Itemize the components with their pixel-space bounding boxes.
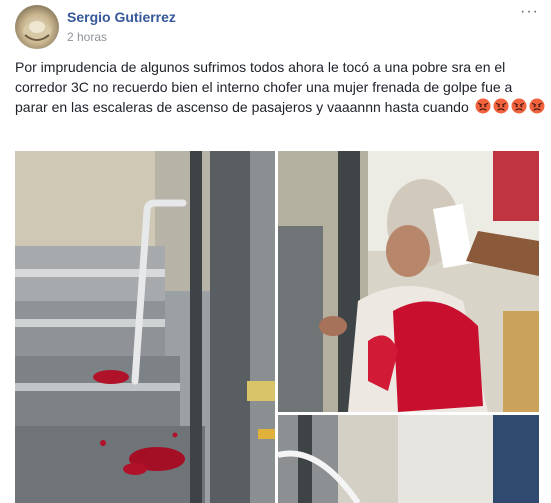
angry-face-icon	[511, 98, 527, 114]
angry-face-icon	[493, 98, 509, 114]
author-name[interactable]: Sergio Gutierrez	[67, 8, 176, 26]
angry-face-icon	[529, 98, 545, 114]
photo-bus-steps[interactable]	[15, 151, 275, 503]
post-body: Por imprudencia de algunos sufrimos todo…	[15, 59, 513, 115]
post-text: Por imprudencia de algunos sufrimos todo…	[15, 57, 545, 117]
photo-injured-woman[interactable]	[278, 151, 539, 412]
more-options-icon[interactable]: ···	[520, 4, 539, 20]
photo-bus-interior[interactable]	[278, 415, 539, 503]
angry-face-icon	[475, 98, 491, 114]
post-timestamp[interactable]: 2 horas	[67, 29, 107, 45]
avatar[interactable]	[15, 5, 59, 49]
facebook-post: Sergio Gutierrez 2 horas ··· Por imprude…	[0, 0, 551, 503]
emoji-row	[473, 98, 545, 115]
